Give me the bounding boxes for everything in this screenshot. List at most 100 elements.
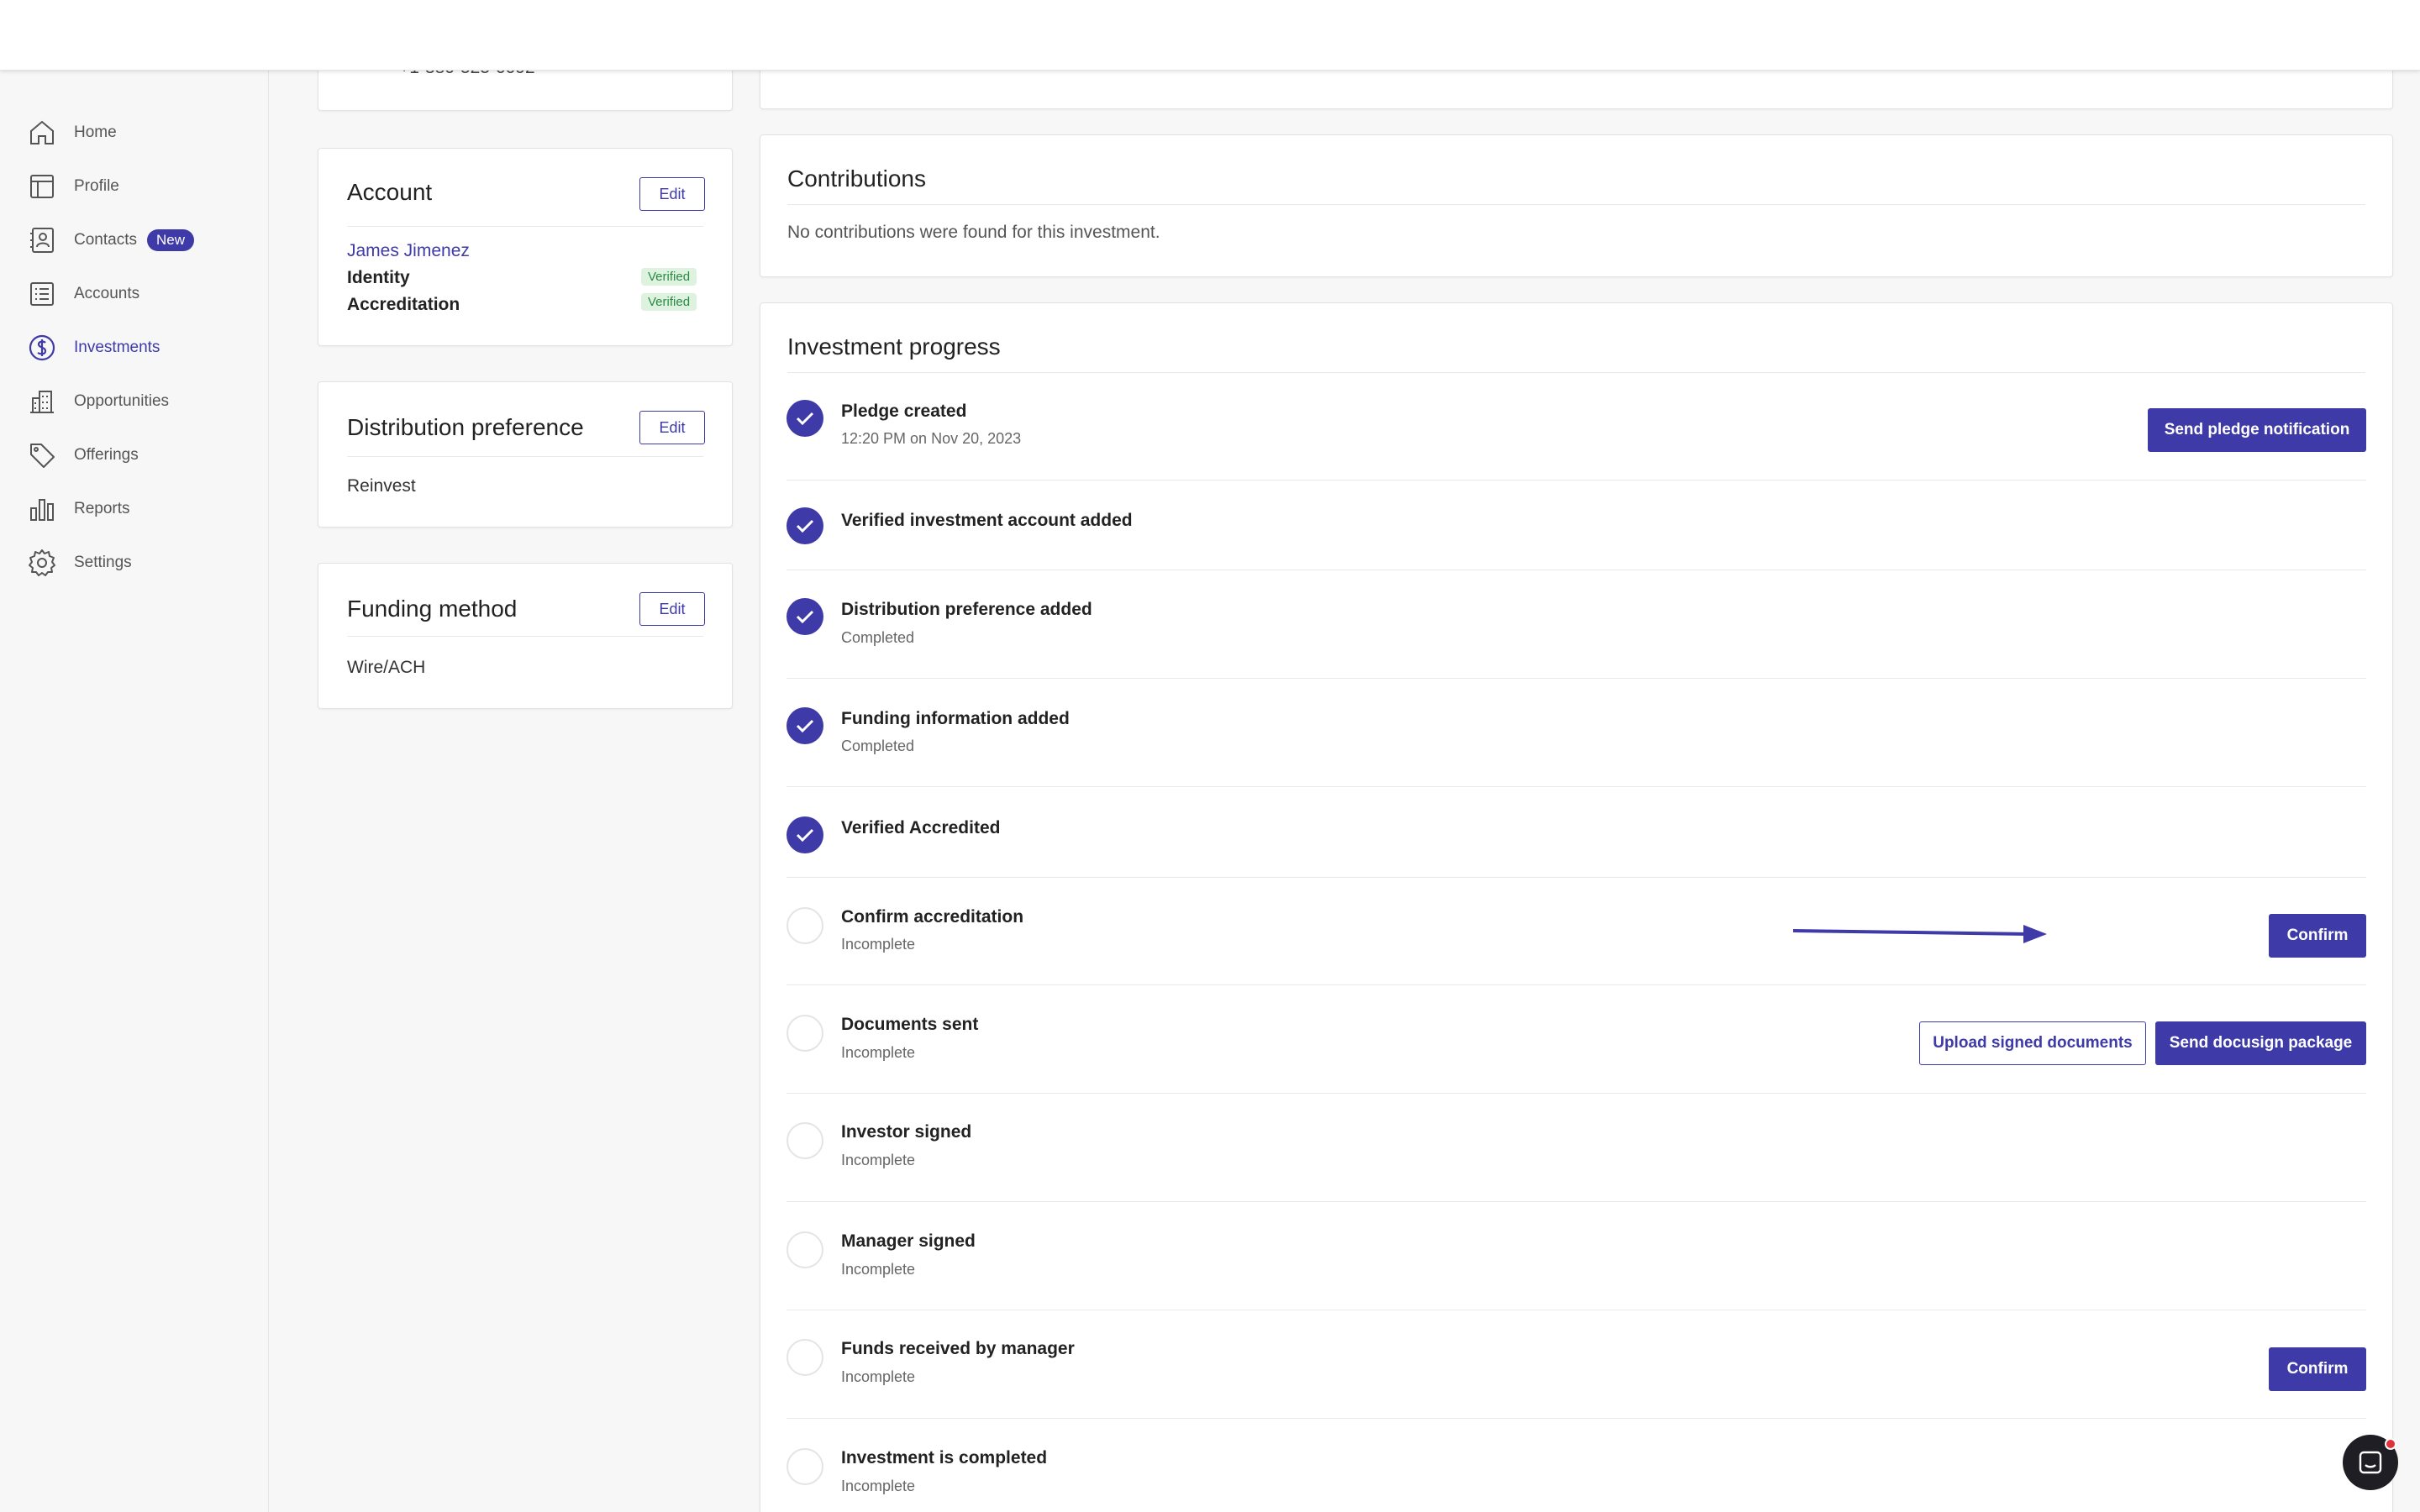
top-bar: A bbox=[0, 0, 2420, 71]
progress-step: Funds received by manager Incomplete Con… bbox=[786, 1337, 2366, 1421]
progress-step: Investment is completed Incomplete bbox=[786, 1446, 2366, 1512]
empty-circle-icon bbox=[786, 907, 823, 944]
sidebar-item-opportunities[interactable]: Opportunities bbox=[27, 383, 254, 420]
step-title: Confirm accreditation bbox=[841, 907, 1024, 927]
contributions-title: Contributions bbox=[787, 165, 926, 192]
step-subtitle: 12:20 PM on Nov 20, 2023 bbox=[841, 430, 1022, 447]
divider bbox=[786, 678, 2366, 679]
funding-method-card: Funding method Edit Wire/ACH bbox=[318, 563, 733, 709]
step-subtitle: Incomplete bbox=[841, 1261, 916, 1278]
gear-icon bbox=[29, 549, 55, 576]
step-title: Funding information added bbox=[841, 709, 1070, 728]
sidebar-item-home[interactable]: Home bbox=[27, 114, 254, 151]
progress-step: Documents sent Incomplete Upload signed … bbox=[786, 1013, 2366, 1097]
contacts-icon bbox=[30, 228, 54, 253]
divider bbox=[786, 1418, 2366, 1419]
upload-signed-documents-button[interactable]: Upload signed documents bbox=[1919, 1021, 2146, 1065]
account-card: Account Edit James Jimenez Identity Veri… bbox=[318, 148, 733, 346]
notification-dot bbox=[2385, 1438, 2396, 1450]
progress-step: Investor signed Incomplete bbox=[786, 1121, 2366, 1205]
step-title: Investor signed bbox=[841, 1122, 972, 1142]
accounts-icon bbox=[30, 282, 54, 306]
sidebar-item-investments[interactable]: Investments bbox=[27, 329, 254, 366]
step-title: Verified Accredited bbox=[841, 818, 1001, 837]
progress-title: Investment progress bbox=[787, 333, 1001, 360]
distribution-edit-button[interactable]: Edit bbox=[639, 411, 705, 444]
step-title: Manager signed bbox=[841, 1231, 976, 1251]
contributions-empty-text: No contributions were found for this inv… bbox=[787, 223, 1160, 242]
empty-circle-icon bbox=[786, 1448, 823, 1485]
account-card-title: Account bbox=[347, 179, 433, 205]
dollar-icon bbox=[29, 334, 55, 361]
sidebar-item-label: Accounts bbox=[74, 285, 140, 302]
confirm-accreditation-button[interactable]: Confirm bbox=[2269, 914, 2366, 958]
divider bbox=[786, 877, 2366, 878]
sidebar-item-label: Home bbox=[74, 123, 117, 141]
confirm-funds-button[interactable]: Confirm bbox=[2269, 1347, 2366, 1391]
search-bar[interactable] bbox=[852, 13, 1499, 59]
accreditation-label: Accreditation bbox=[347, 295, 460, 314]
send-pledge-notification-button[interactable]: Send pledge notification bbox=[2148, 408, 2366, 452]
sidebar-item-label: Investments bbox=[74, 339, 160, 356]
sidebar-item-profile[interactable]: Profile bbox=[27, 168, 254, 205]
arrow-icon bbox=[1793, 925, 2047, 943]
step-title: Documents sent bbox=[841, 1015, 979, 1034]
divider bbox=[786, 1093, 2366, 1094]
search-input[interactable] bbox=[902, 23, 1474, 50]
tag-icon bbox=[30, 444, 55, 468]
divider bbox=[786, 1201, 2366, 1202]
funding-edit-button[interactable]: Edit bbox=[639, 592, 705, 626]
progress-step: Confirm accreditation Incomplete Confirm bbox=[786, 904, 2366, 988]
check-icon bbox=[786, 400, 823, 437]
sidebar-item-settings[interactable]: Settings bbox=[27, 544, 254, 581]
account-edit-button[interactable]: Edit bbox=[639, 177, 705, 211]
chat-icon bbox=[2359, 1451, 2382, 1474]
sidebar-item-reports[interactable]: Reports bbox=[27, 491, 254, 528]
step-subtitle: Completed bbox=[841, 629, 915, 646]
avatar[interactable]: A bbox=[2349, 8, 2403, 62]
sidebar-item-label: Offerings bbox=[74, 446, 139, 464]
home-icon bbox=[30, 120, 54, 144]
new-badge: New bbox=[146, 229, 194, 251]
sidebar-item-accounts[interactable]: Accounts bbox=[27, 276, 254, 312]
progress-step: Verified Accredited bbox=[786, 813, 2366, 880]
bar-chart-icon bbox=[30, 499, 54, 521]
sidebar-item-label: Contacts bbox=[74, 231, 137, 249]
sidebar-item-label: Reports bbox=[74, 500, 130, 517]
check-icon bbox=[786, 507, 823, 544]
sidebar-item-label: Settings bbox=[74, 554, 132, 571]
sidebar-item-label: Opportunities bbox=[74, 392, 170, 410]
step-title: Funds received by manager bbox=[841, 1339, 1075, 1358]
step-subtitle: Incomplete bbox=[841, 1368, 916, 1385]
progress-step: Distribution preference added Completed bbox=[786, 595, 2366, 679]
funding-card-title: Funding method bbox=[347, 596, 518, 622]
identity-label: Identity bbox=[347, 268, 410, 287]
logo-icon[interactable] bbox=[35, 20, 79, 50]
check-icon bbox=[786, 598, 823, 635]
sidebar-item-label: Profile bbox=[74, 177, 119, 195]
divider bbox=[786, 984, 2366, 985]
bell-icon[interactable] bbox=[2289, 18, 2321, 52]
check-icon bbox=[786, 816, 823, 853]
step-title: Verified investment account added bbox=[841, 511, 1133, 530]
distribution-value: Reinvest bbox=[347, 476, 416, 496]
step-title: Distribution preference added bbox=[841, 600, 1092, 619]
sidebar-item-contacts[interactable]: Contacts New bbox=[27, 222, 254, 259]
sidebar: Home Profile Contacts New Accounts Inves… bbox=[0, 71, 269, 1512]
profile-icon bbox=[30, 175, 54, 198]
account-holder-link[interactable]: James Jimenez bbox=[347, 241, 470, 261]
divider bbox=[786, 786, 2366, 787]
step-title: Investment is completed bbox=[841, 1448, 1048, 1467]
help-icon[interactable] bbox=[2222, 20, 2254, 52]
progress-step: Verified investment account added bbox=[786, 504, 2366, 571]
contributions-card: Contributions No contributions were foun… bbox=[760, 134, 2393, 277]
progress-step: Pledge created 12:20 PM on Nov 20, 2023 … bbox=[786, 395, 2366, 480]
send-docusign-package-button[interactable]: Send docusign package bbox=[2155, 1021, 2366, 1065]
sidebar-item-offerings[interactable]: Offerings bbox=[27, 437, 254, 474]
divider bbox=[347, 636, 703, 637]
divider bbox=[347, 226, 703, 227]
step-subtitle: Incomplete bbox=[841, 1152, 916, 1168]
empty-circle-icon bbox=[786, 1231, 823, 1268]
chevron-down-icon[interactable] bbox=[91, 25, 111, 45]
step-title: Pledge created bbox=[841, 402, 967, 421]
